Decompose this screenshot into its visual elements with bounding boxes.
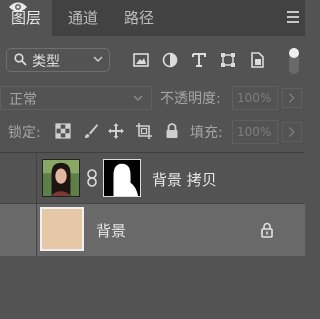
layer-thumbnail-background <box>40 207 84 251</box>
shape-filter-icon[interactable] <box>218 50 238 70</box>
chevron-down-icon <box>93 56 103 62</box>
smart-object-filter-icon[interactable] <box>247 50 267 70</box>
panel-tab-bar: 图层 通道 路径 <box>0 0 305 36</box>
image-filter-icon[interactable] <box>131 50 151 70</box>
prevent-auto-nesting-icon[interactable] <box>135 122 153 140</box>
lock-all-icon[interactable] <box>163 122 181 140</box>
filter-toggle-knob <box>289 48 299 58</box>
visibility-column-divider <box>36 204 37 256</box>
lock-position-icon[interactable] <box>107 122 125 140</box>
filter-kind-label: 类型 <box>32 54 60 70</box>
type-filter-icon[interactable] <box>189 50 209 70</box>
lock-image-pixels-icon[interactable] <box>82 122 100 140</box>
opacity-label: 不透明度: <box>160 91 221 107</box>
panel-menu-icon[interactable] <box>283 8 303 28</box>
visibility-column-divider <box>36 153 37 203</box>
chevron-down-icon <box>133 95 143 101</box>
search-icon <box>14 53 27 66</box>
eye-icon[interactable] <box>8 0 28 14</box>
lock-transparent-pixels-icon[interactable] <box>54 122 72 140</box>
opacity-field[interactable]: 100% <box>232 86 278 110</box>
fill-field[interactable]: 100% <box>232 120 278 144</box>
fill-chevron-icon[interactable] <box>282 122 302 142</box>
tab-channels[interactable]: 通道 <box>56 0 110 36</box>
filter-kind-select[interactable]: 类型 <box>6 48 110 72</box>
opacity-chevron-icon[interactable] <box>282 88 302 108</box>
blend-mode-label: 正常 <box>9 92 37 108</box>
tab-paths[interactable]: 路径 <box>112 0 166 36</box>
fill-label: 填充: <box>190 125 223 141</box>
layer-name[interactable]: 背景 <box>96 220 126 241</box>
lock-icon[interactable] <box>260 222 274 238</box>
mask-link-icon[interactable] <box>86 169 98 187</box>
lock-label: 锁定: <box>8 125 41 141</box>
layers-empty-area <box>0 256 305 319</box>
blend-mode-select[interactable]: 正常 <box>0 86 152 110</box>
layer-thumbnail-photo <box>42 159 80 197</box>
layer-name[interactable]: 背景 拷贝 <box>152 169 217 190</box>
adjustment-filter-icon[interactable] <box>160 50 180 70</box>
layer-mask-thumbnail[interactable] <box>103 159 141 197</box>
